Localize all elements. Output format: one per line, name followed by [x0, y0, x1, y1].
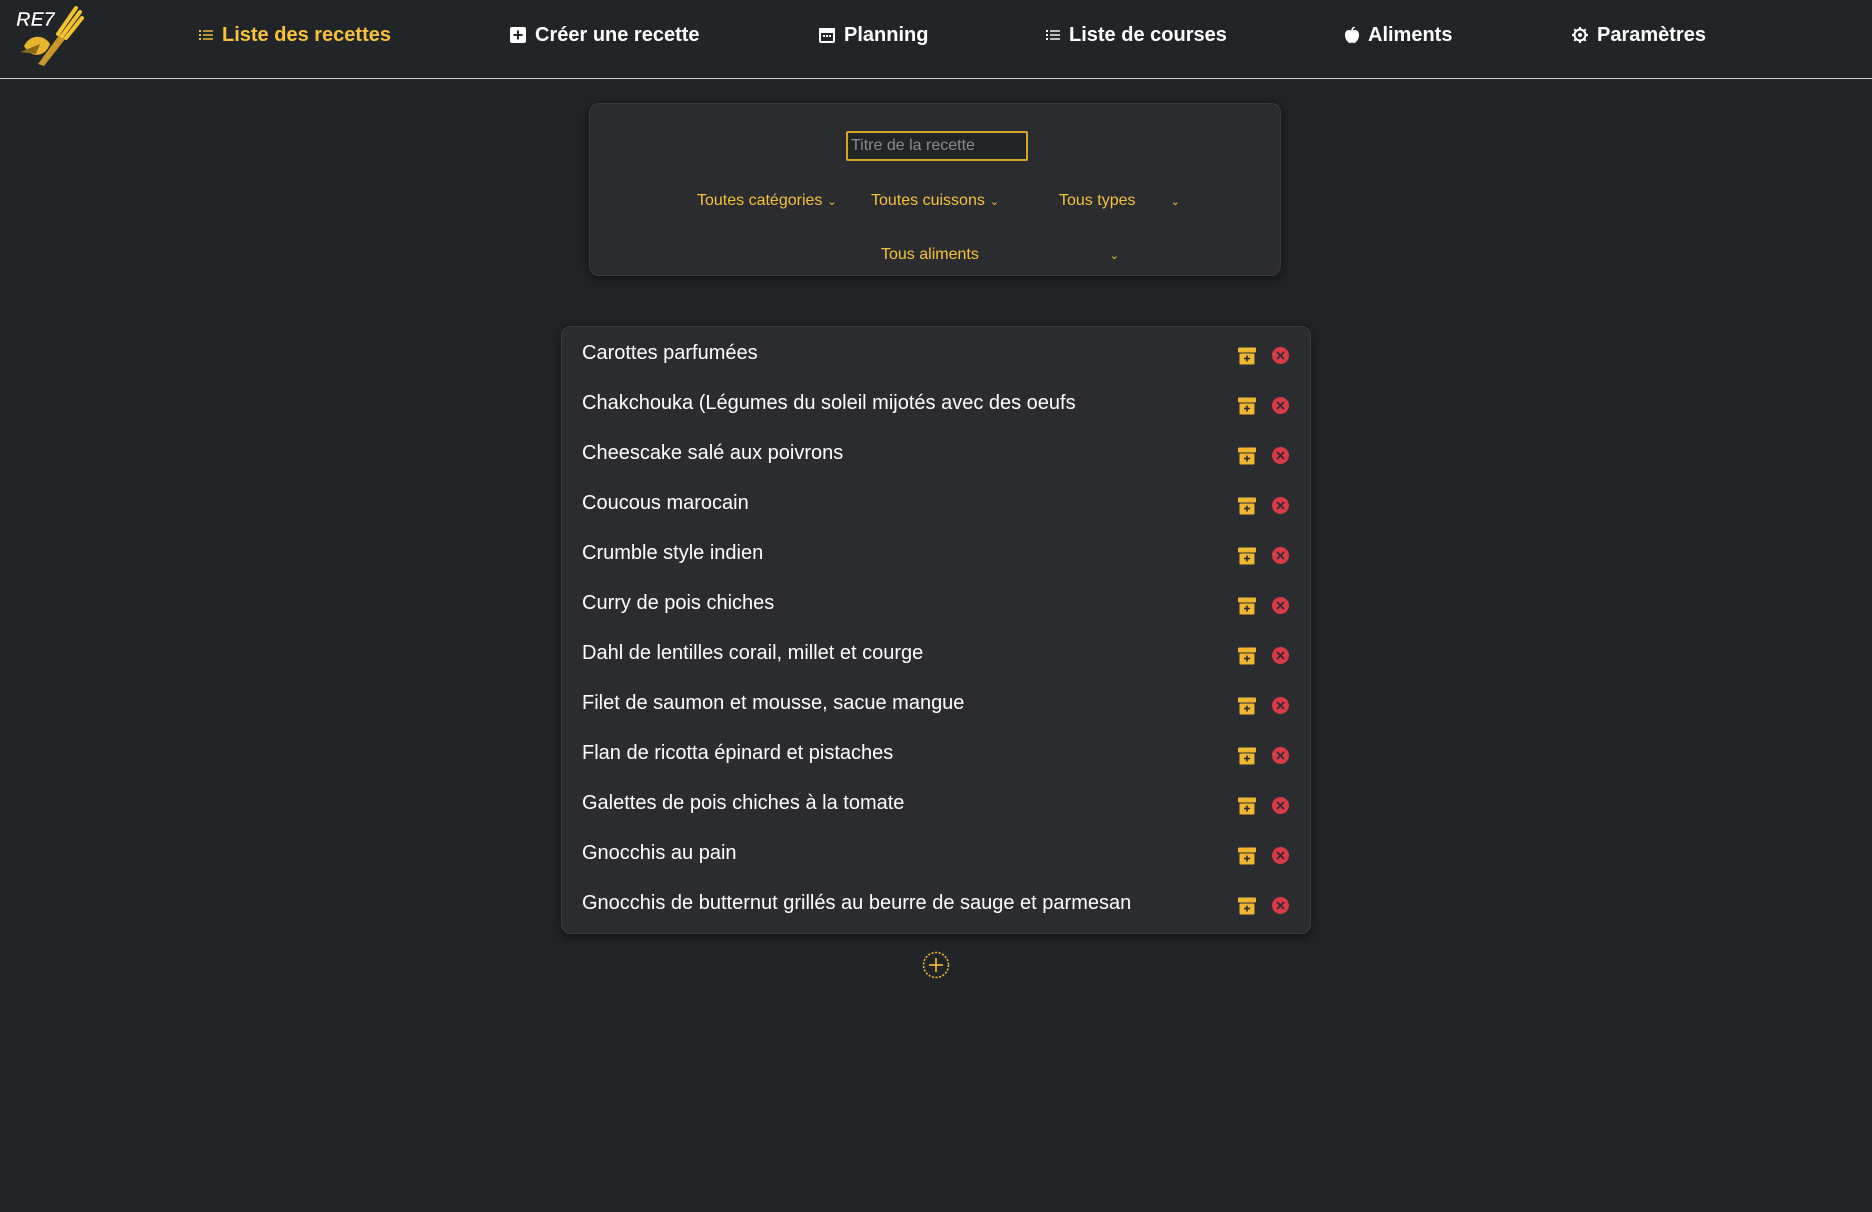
- archive-icon[interactable]: [1238, 797, 1256, 815]
- nav-label: Aliments: [1368, 23, 1453, 46]
- recipe-row[interactable]: Cheescake salé aux poivrons: [562, 432, 1310, 482]
- nav-item-creer-une-recette[interactable]: Créer une recette: [510, 20, 700, 50]
- category-filter-select[interactable]: Toutes catégories ⌄: [697, 192, 837, 210]
- recipe-row[interactable]: Crumble style indien: [562, 532, 1310, 582]
- list-icon: [199, 30, 213, 40]
- nav-item-liste-des-recettes[interactable]: Liste des recettes: [199, 20, 391, 50]
- recipe-row[interactable]: Flan de ricotta épinard et pistaches: [562, 732, 1310, 782]
- plus-circle-icon: [922, 951, 950, 979]
- archive-icon[interactable]: [1238, 847, 1256, 865]
- archive-icon[interactable]: [1238, 547, 1256, 565]
- chevron-down-icon: ⌄: [827, 195, 837, 208]
- archive-icon[interactable]: [1238, 597, 1256, 615]
- recipe-title[interactable]: Dahl de lentilles corail, millet et cour…: [582, 642, 923, 665]
- nav-item-planning[interactable]: Planning: [819, 20, 928, 50]
- filter-panel: Toutes catégories ⌄ Toutes cuissons ⌄ To…: [589, 103, 1281, 276]
- type-filter-select[interactable]: Tous types ⌄: [1059, 192, 1180, 210]
- close-circle-icon[interactable]: [1272, 797, 1289, 814]
- recipe-row[interactable]: Dahl de lentilles corail, millet et cour…: [562, 632, 1310, 682]
- recipe-title[interactable]: Gnocchis de butternut grillés au beurre …: [582, 892, 1131, 915]
- nav-label: Créer une recette: [535, 23, 700, 46]
- nav-item-liste-de-courses[interactable]: Liste de courses: [1046, 20, 1227, 50]
- food-filter-value: Tous aliments: [881, 246, 979, 263]
- nav-label: Planning: [844, 23, 929, 46]
- cooking-filter-value: Toutes cuissons: [871, 192, 985, 209]
- close-circle-icon[interactable]: [1272, 697, 1289, 714]
- fork-logo-icon: RE7: [16, 6, 84, 66]
- recipe-title[interactable]: Curry de pois chiches: [582, 592, 774, 615]
- close-circle-icon[interactable]: [1272, 897, 1289, 914]
- nav-label: Liste de courses: [1069, 23, 1227, 46]
- recipe-title[interactable]: Galettes de pois chiches à la tomate: [582, 792, 904, 815]
- nav-label: Paramètres: [1597, 23, 1706, 46]
- close-circle-icon[interactable]: [1272, 597, 1289, 614]
- recipe-title[interactable]: Gnocchis au pain: [582, 842, 737, 865]
- recipe-row[interactable]: Chakchouka (Légumes du soleil mijotés av…: [562, 382, 1310, 432]
- calendar-icon: [819, 28, 835, 43]
- nav-item-parametres[interactable]: Paramètres: [1572, 20, 1706, 50]
- recipe-row[interactable]: Filet de saumon et mousse, sacue mangue: [562, 682, 1310, 732]
- close-circle-icon[interactable]: [1272, 547, 1289, 564]
- archive-icon[interactable]: [1238, 647, 1256, 665]
- recipe-list: Carottes parfumées Chakchouka (Légumes du…: [561, 326, 1311, 934]
- top-navbar: RE7 Liste des recettes Créer une recette…: [0, 0, 1872, 79]
- close-circle-icon[interactable]: [1272, 397, 1289, 414]
- archive-icon[interactable]: [1238, 747, 1256, 765]
- svg-text:RE7: RE7: [16, 9, 56, 31]
- archive-icon[interactable]: [1238, 497, 1256, 515]
- list-icon: [1046, 30, 1060, 40]
- recipe-row[interactable]: Coucous marocain: [562, 482, 1310, 532]
- nav-item-aliments[interactable]: Aliments: [1345, 20, 1452, 50]
- close-circle-icon[interactable]: [1272, 447, 1289, 464]
- close-circle-icon[interactable]: [1272, 347, 1289, 364]
- close-circle-icon[interactable]: [1272, 747, 1289, 764]
- cooking-filter-select[interactable]: Toutes cuissons ⌄: [871, 192, 999, 210]
- apple-icon: [1345, 27, 1359, 43]
- type-filter-value: Tous types: [1059, 192, 1136, 209]
- recipe-row[interactable]: Gnocchis au pain: [562, 832, 1310, 882]
- archive-icon[interactable]: [1238, 897, 1256, 915]
- recipe-row[interactable]: Carottes parfumées: [562, 332, 1310, 382]
- archive-icon[interactable]: [1238, 347, 1256, 365]
- chevron-down-icon: ⌄: [1109, 249, 1119, 262]
- recipe-title[interactable]: Coucous marocain: [582, 492, 749, 515]
- category-filter-value: Toutes catégories: [697, 192, 823, 209]
- plus-square-icon: [510, 27, 526, 43]
- recipe-title[interactable]: Flan de ricotta épinard et pistaches: [582, 742, 893, 765]
- archive-icon[interactable]: [1238, 397, 1256, 415]
- close-circle-icon[interactable]: [1272, 497, 1289, 514]
- recipe-title[interactable]: Carottes parfumées: [582, 342, 758, 365]
- recipe-row[interactable]: Curry de pois chiches: [562, 582, 1310, 632]
- close-circle-icon[interactable]: [1272, 847, 1289, 864]
- recipe-title-search-input[interactable]: [846, 131, 1028, 161]
- close-circle-icon[interactable]: [1272, 647, 1289, 664]
- recipe-row[interactable]: Gnocchis de butternut grillés au beurre …: [562, 882, 1310, 932]
- food-filter-select[interactable]: Tous aliments ⌄: [881, 246, 1119, 264]
- archive-icon[interactable]: [1238, 447, 1256, 465]
- app-logo[interactable]: RE7: [10, 4, 84, 68]
- recipe-title[interactable]: Chakchouka (Légumes du soleil mijotés av…: [582, 392, 1076, 415]
- recipe-title[interactable]: Filet de saumon et mousse, sacue mangue: [582, 692, 964, 715]
- chevron-down-icon: ⌄: [989, 195, 1000, 208]
- gear-icon: [1572, 27, 1588, 43]
- nav-label: Liste des recettes: [222, 23, 391, 46]
- recipe-row[interactable]: Galettes de pois chiches à la tomate: [562, 782, 1310, 832]
- chevron-down-icon: ⌄: [1170, 195, 1180, 208]
- add-recipe-button[interactable]: [922, 951, 950, 979]
- archive-icon[interactable]: [1238, 697, 1256, 715]
- recipe-title[interactable]: Cheescake salé aux poivrons: [582, 442, 843, 465]
- recipe-title[interactable]: Crumble style indien: [582, 542, 763, 565]
